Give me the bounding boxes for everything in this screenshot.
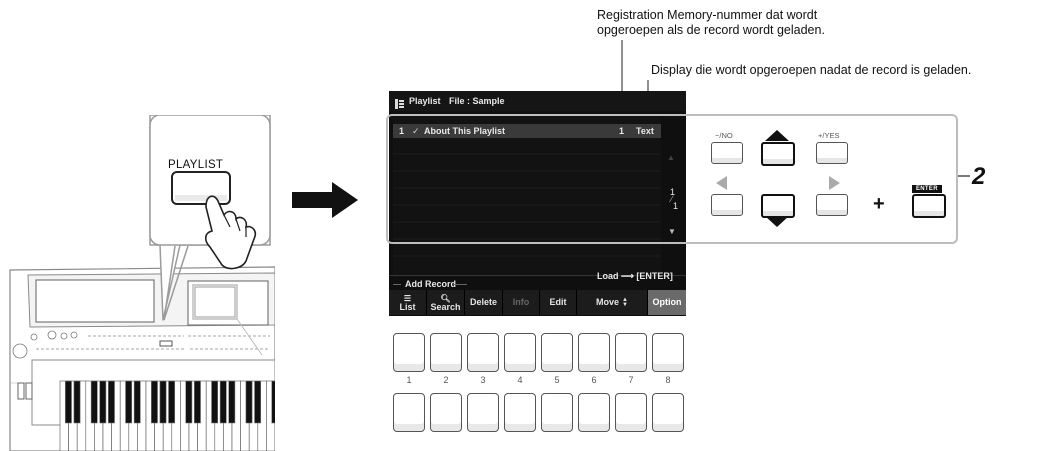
black-key: [90, 380, 98, 424]
panel-number-6: 6: [591, 375, 597, 385]
softkey-info[interactable]: Info: [503, 290, 540, 315]
softkey-move-label: Move: [596, 297, 620, 307]
panel-button-4-lower[interactable]: [504, 393, 536, 432]
black-key: [185, 380, 193, 424]
panel-button-6-upper[interactable]: [578, 333, 610, 372]
softkey-search-label: Search: [430, 301, 461, 312]
highlight-frame: [386, 114, 958, 244]
panel-number-1: 1: [406, 375, 412, 385]
left-button[interactable]: [711, 194, 743, 216]
screen-title: Playlist: [409, 96, 441, 106]
panel-button-3-upper[interactable]: [467, 333, 499, 372]
playlist-icon: [395, 96, 404, 109]
yes-button[interactable]: [816, 142, 848, 164]
black-key: [228, 380, 236, 424]
softkey-option[interactable]: Option: [648, 290, 686, 315]
right-triangle-icon: [829, 176, 840, 190]
panel-button-5-lower[interactable]: [541, 393, 573, 432]
keyboard-illustration: [9, 115, 275, 451]
right-button[interactable]: [816, 194, 848, 216]
black-key: [168, 380, 176, 424]
softkey-delete[interactable]: Delete: [465, 290, 503, 315]
panel-number-3: 3: [480, 375, 486, 385]
softkey-delete-label: Delete: [469, 297, 497, 307]
black-key: [73, 380, 81, 424]
load-hint: Load ⟶ [ENTER]: [597, 271, 673, 281]
no-label: −/NO: [715, 131, 733, 140]
panel-number-2: 2: [443, 375, 449, 385]
plus-sign: +: [873, 193, 885, 215]
softkey-edit[interactable]: Edit: [540, 290, 577, 315]
panel-number-5: 5: [554, 375, 560, 385]
black-key: [245, 380, 253, 424]
black-key: [194, 380, 201, 424]
panel-button-3-lower[interactable]: [467, 393, 499, 432]
playlist-button-label: PLAYLIST: [168, 159, 224, 171]
panel-button-7-lower[interactable]: [615, 393, 647, 432]
black-key: [254, 380, 262, 424]
panel-number-4: 4: [517, 375, 523, 385]
up-button[interactable]: [761, 142, 795, 166]
right-arrow-icon: [292, 182, 358, 218]
softkey-option-label: Option: [652, 297, 682, 307]
up-arrow-icon: [765, 130, 789, 141]
black-key: [133, 380, 141, 424]
panel-button-6-lower[interactable]: [578, 393, 610, 432]
black-key: [151, 380, 158, 424]
move-arrows-icon: ▲ ▼: [622, 296, 628, 308]
black-key: [219, 380, 227, 424]
step-number: 2: [972, 163, 986, 190]
down-arrow-icon: [765, 216, 789, 227]
softkey-list[interactable]: ☰ List: [389, 290, 427, 315]
black-key: [125, 380, 133, 424]
softkey-search[interactable]: 🔍︎ Search: [427, 290, 465, 315]
panel-number-7: 7: [628, 375, 634, 385]
softkey-move[interactable]: Move ▲ ▼: [577, 290, 648, 315]
softkey-info-label: Info: [512, 297, 530, 307]
down-button[interactable]: [761, 194, 795, 218]
panel-button-5-upper[interactable]: [541, 333, 573, 372]
softkey-list-label: List: [399, 301, 416, 312]
panel-button-7-upper[interactable]: [615, 333, 647, 372]
black-key: [108, 380, 115, 424]
file-name: File : Sample: [449, 96, 505, 106]
black-key: [65, 380, 72, 424]
enter-label: ENTER: [912, 185, 942, 193]
panel-number-8: 8: [665, 375, 671, 385]
playlist-button[interactable]: [172, 172, 230, 204]
no-button[interactable]: [711, 142, 743, 164]
panel-button-8-upper[interactable]: [652, 333, 684, 372]
add-record-label: Add Record: [405, 279, 457, 289]
panel-button-2-lower[interactable]: [430, 393, 462, 432]
black-key: [271, 380, 275, 424]
panel-button-1-upper[interactable]: [393, 333, 425, 372]
enter-button[interactable]: [912, 194, 946, 218]
black-key: [211, 380, 219, 424]
panel-button-8-lower[interactable]: [652, 393, 684, 432]
panel-button-2-upper[interactable]: [430, 333, 462, 372]
softkey-edit-label: Edit: [549, 297, 567, 307]
panel-button-1-lower[interactable]: [393, 393, 425, 432]
left-arrow-icon: [716, 176, 727, 190]
yes-label: +/YES: [818, 131, 840, 140]
panel-button-4-upper[interactable]: [504, 333, 536, 372]
black-key: [99, 380, 107, 424]
black-key: [159, 380, 167, 424]
